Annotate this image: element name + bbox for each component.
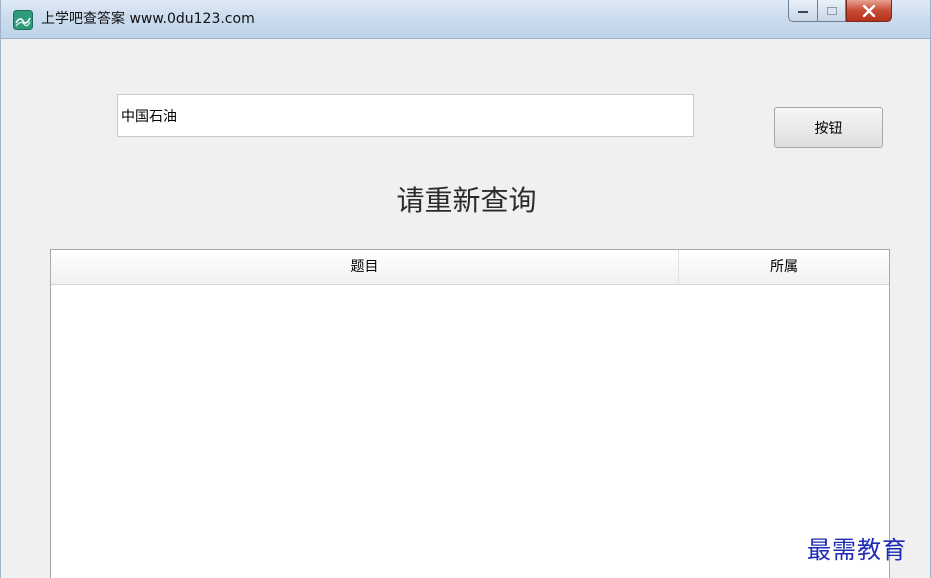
app-window: 上学吧查答案 www.0du123.com 按钮 请重新查询 题目 所属 最需教… [0, 0, 931, 578]
query-button[interactable]: 按钮 [774, 107, 883, 148]
results-table[interactable]: 题目 所属 [50, 249, 890, 578]
app-logo-icon [13, 10, 33, 30]
search-input[interactable] [117, 94, 694, 137]
close-button[interactable] [846, 0, 892, 22]
close-icon [862, 4, 876, 17]
window-title: 上学吧查答案 www.0du123.com [41, 11, 255, 27]
minimize-button[interactable] [788, 0, 818, 22]
watermark-text: 最需教育 [807, 536, 907, 564]
minimize-icon [798, 10, 808, 13]
column-header-title[interactable]: 题目 [51, 250, 679, 284]
table-header: 题目 所属 [51, 250, 889, 285]
maximize-icon [826, 6, 837, 15]
title-bar[interactable]: 上学吧查答案 www.0du123.com [1, 0, 930, 39]
status-message: 请重新查询 [396, 184, 537, 217]
maximize-button[interactable] [818, 0, 846, 22]
column-header-category[interactable]: 所属 [679, 250, 889, 284]
